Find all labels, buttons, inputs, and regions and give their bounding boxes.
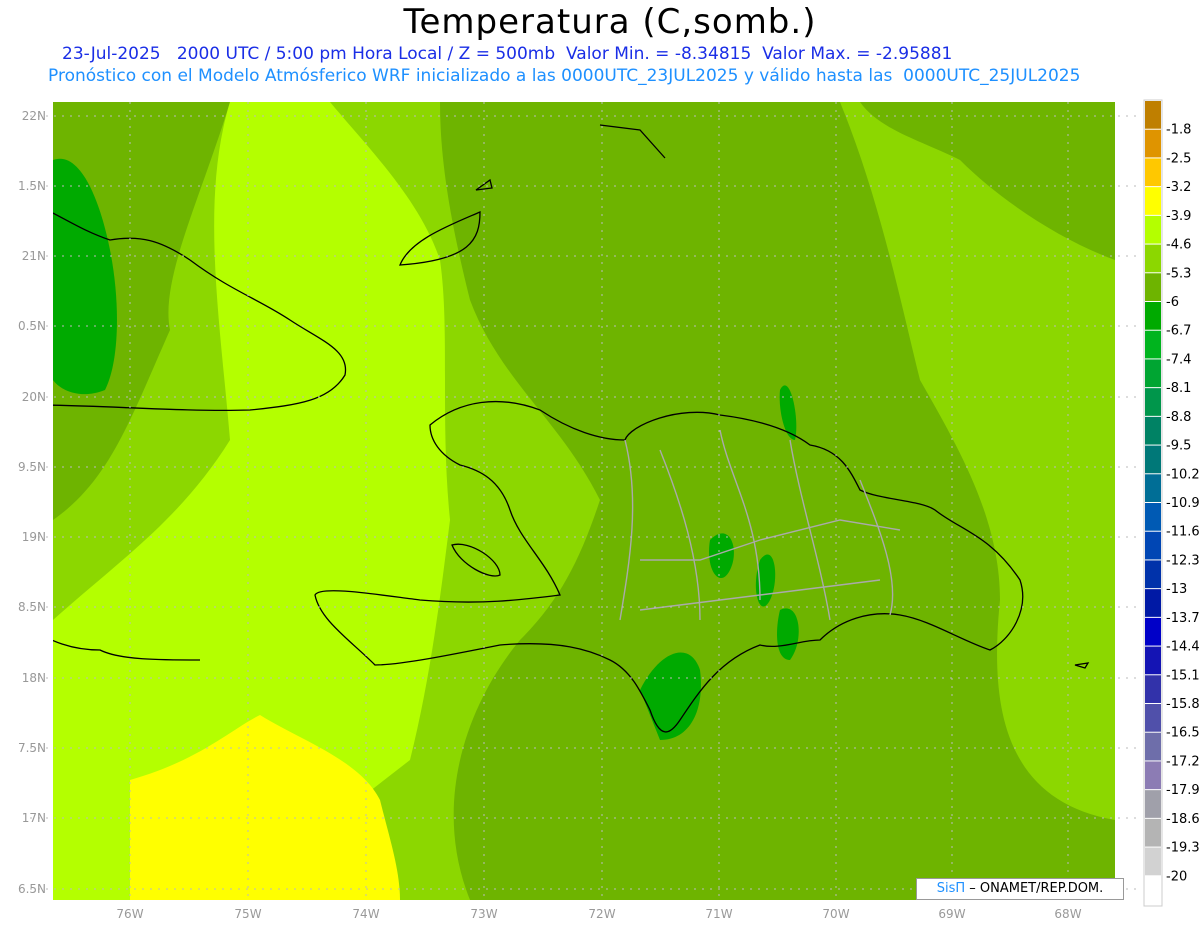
- lon-label: 76W: [116, 907, 143, 921]
- colorbar-label: -8.1: [1166, 381, 1191, 396]
- lat-label: 0.5N: [18, 319, 46, 333]
- colorbar-swatch: [1145, 187, 1161, 215]
- lat-label: 9.5N: [18, 460, 46, 474]
- lat-label: 21N: [22, 249, 46, 263]
- colorbar-label: -2.5: [1166, 151, 1191, 166]
- colorbar-swatch: [1145, 531, 1161, 560]
- colorbar-label: -17.2: [1166, 754, 1200, 769]
- colorbar-swatch: [1145, 445, 1161, 474]
- colorbar-label: -7.4: [1166, 352, 1191, 367]
- colorbar-label: -20: [1166, 869, 1187, 884]
- colorbar-label: -13.7: [1166, 611, 1200, 626]
- subtitle-model-info: Pronóstico con el Modelo Atmósferico WRF…: [48, 66, 1081, 86]
- temperature-field: [53, 102, 1115, 900]
- colorbar-swatch: [1145, 302, 1161, 330]
- colorbar-swatch: [1145, 244, 1161, 273]
- lat-label: 18N: [22, 671, 46, 685]
- longitude-labels: 76W 75W 74W 73W 72W 71W 70W 69W 68W: [116, 907, 1081, 921]
- lon-label: 73W: [470, 907, 497, 921]
- colorbar-label: -10.2: [1166, 467, 1200, 482]
- lat-label: 6.5N: [18, 882, 46, 896]
- colorbar-swatch: [1145, 101, 1161, 129]
- watermark-brand: SisΠ: [936, 881, 966, 896]
- map-canvas: 22N 1.5N 21N 0.5N 20N 9.5N 19N 8.5N 18N 7.5N 17N 6.…: [18, 99, 1200, 921]
- colorbar-label: -16.5: [1166, 726, 1200, 741]
- lat-label: 22N: [22, 109, 46, 123]
- colorbar-swatch: [1145, 560, 1161, 589]
- subtitle-date-stats: 23-Jul-2025 2000 UTC / 5:00 pm Hora Loca…: [62, 44, 953, 64]
- lon-label: 75W: [234, 907, 261, 921]
- colorbar-label: -1.8: [1166, 123, 1191, 138]
- colorbar-swatch: [1145, 790, 1161, 818]
- colorbar-swatch: [1145, 158, 1161, 187]
- colorbar-swatch: [1145, 646, 1161, 675]
- chart-title: Temperatura (C,somb.): [403, 2, 817, 42]
- lon-label: 70W: [822, 907, 849, 921]
- colorbar: -1.8 -2.5 -3.2 -3.9 -4.6 -5.3 -6 -6.7 -7.4 -8.1 -8…: [1143, 99, 1200, 907]
- colorbar-label: -11.6: [1166, 525, 1200, 540]
- colorbar-swatch: [1145, 818, 1161, 847]
- colorbar-label: -19.3: [1166, 841, 1200, 856]
- colorbar-swatch: [1145, 617, 1161, 646]
- colorbar-swatch: [1145, 503, 1161, 531]
- colorbar-label: -15.8: [1166, 697, 1200, 712]
- colorbar-swatch: [1145, 359, 1161, 388]
- colorbar-label: -17.9: [1166, 783, 1200, 798]
- colorbar-swatch: [1145, 215, 1161, 244]
- lat-label: 7.5N: [18, 741, 46, 755]
- colorbar-swatch: [1145, 732, 1161, 761]
- colorbar-label: -13: [1166, 582, 1187, 597]
- colorbar-swatch: [1145, 704, 1161, 732]
- watermark-box: SisΠ – ONAMET/REP.DOM.: [916, 878, 1124, 900]
- colorbar-label: -6: [1166, 295, 1179, 310]
- lat-label: 20N: [22, 390, 46, 404]
- lat-label: 8.5N: [18, 600, 46, 614]
- watermark-text: – ONAMET/REP.DOM.: [969, 881, 1104, 896]
- colorbar-label: -18.6: [1166, 812, 1200, 827]
- colorbar-label: -3.9: [1166, 209, 1191, 224]
- colorbar-label: -3.2: [1166, 180, 1191, 195]
- colorbar-swatch: [1145, 129, 1161, 158]
- colorbar-label: -6.7: [1166, 324, 1191, 339]
- colorbar-swatch: [1145, 675, 1161, 703]
- colorbar-swatch: [1145, 330, 1161, 359]
- lon-label: 69W: [938, 907, 965, 921]
- colorbar-swatch: [1145, 388, 1161, 416]
- latitude-labels: 22N 1.5N 21N 0.5N 20N 9.5N 19N 8.5N 18N 7.5N 17N 6.…: [18, 109, 46, 896]
- colorbar-swatch: [1145, 474, 1161, 502]
- colorbar-label: -14.4: [1166, 640, 1200, 655]
- colorbar-label: -5.3: [1166, 266, 1191, 281]
- colorbar-label: -4.6: [1166, 238, 1191, 253]
- colorbar-swatch: [1145, 416, 1161, 445]
- colorbar-label: -9.5: [1166, 439, 1191, 454]
- lon-label: 68W: [1054, 907, 1081, 921]
- colorbar-swatch: [1145, 273, 1161, 301]
- colorbar-swatch: [1145, 761, 1161, 790]
- colorbar-swatch: [1145, 876, 1161, 904]
- lon-label: 74W: [352, 907, 379, 921]
- lat-label: 19N: [22, 530, 46, 544]
- colorbar-label: -8.8: [1166, 410, 1191, 425]
- colorbar-label: -10.9: [1166, 496, 1200, 511]
- lat-label: 17N: [22, 811, 46, 825]
- lon-label: 72W: [588, 907, 615, 921]
- lon-label: 71W: [705, 907, 732, 921]
- colorbar-label: -12.3: [1166, 553, 1200, 568]
- colorbar-swatch: [1145, 589, 1161, 617]
- colorbar-label: -15.1: [1166, 668, 1200, 683]
- lat-label: 1.5N: [18, 179, 46, 193]
- colorbar-swatch: [1145, 847, 1161, 876]
